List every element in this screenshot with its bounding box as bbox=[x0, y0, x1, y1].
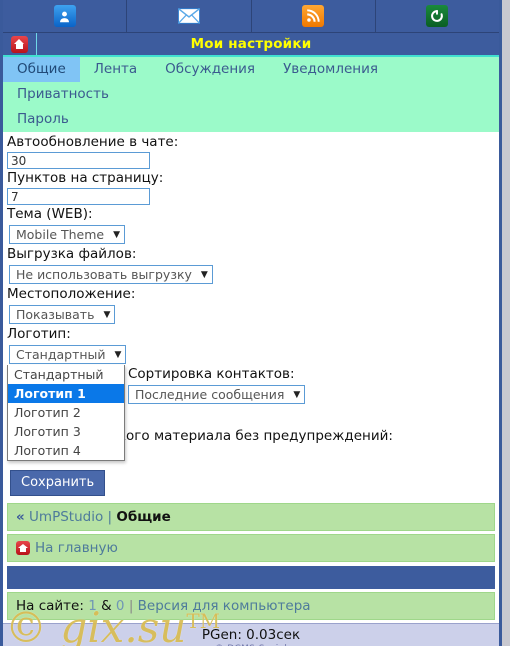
logo-select[interactable]: Стандартный ▼ bbox=[9, 345, 127, 364]
refresh-icon bbox=[426, 5, 449, 27]
nav-mail-button[interactable] bbox=[127, 0, 252, 32]
contacts-sort-value: Последние сообщения bbox=[135, 387, 285, 402]
rss-icon bbox=[302, 5, 325, 27]
chevron-down-icon: ▼ bbox=[293, 389, 301, 400]
items-per-page-label: Пунктов на страницу: bbox=[7, 170, 164, 186]
breadcrumb-separator: | bbox=[107, 509, 113, 525]
theme-label: Тема (WEB): bbox=[7, 206, 93, 222]
title-bar: Мои настройки bbox=[3, 33, 499, 57]
home-button[interactable] bbox=[3, 33, 37, 55]
theme-select[interactable]: Mobile Theme ▼ bbox=[9, 225, 126, 244]
location-select[interactable]: Показывать ▼ bbox=[9, 305, 116, 324]
tab-parol[interactable]: Пароль bbox=[3, 107, 83, 132]
contacts-sort-label: Сортировка контактов: bbox=[128, 366, 295, 382]
theme-select-value: Mobile Theme bbox=[16, 227, 105, 242]
footer: PGen: 0.03сек © DCMS-Social bbox=[3, 623, 499, 646]
chevron-down-icon: ▼ bbox=[103, 309, 111, 320]
blue-divider-bar bbox=[7, 566, 495, 589]
settings-form: Автообновление в чате: Пунктов на страни… bbox=[3, 132, 499, 500]
breadcrumb-root-link[interactable]: UmPStudio bbox=[29, 509, 103, 525]
page-title: Мои настройки bbox=[190, 36, 312, 52]
upload-label: Выгрузка файлов: bbox=[7, 246, 137, 262]
contacts-sort-select[interactable]: Последние сообщения ▼ bbox=[128, 385, 306, 404]
logo-option-2[interactable]: Логотип 2 bbox=[8, 403, 124, 422]
logo-option-3[interactable]: Логотип 3 bbox=[8, 422, 124, 441]
upload-select[interactable]: Не использовать выгрузку ▼ bbox=[9, 265, 213, 284]
chevron-down-icon: ▼ bbox=[114, 349, 122, 360]
nav-refresh-button[interactable] bbox=[376, 0, 499, 32]
ampersand: & bbox=[101, 598, 112, 614]
mail-icon bbox=[177, 5, 200, 27]
upload-select-value: Не использовать выгрузку bbox=[16, 267, 192, 282]
profile-icon bbox=[53, 5, 76, 27]
status-separator: | bbox=[128, 598, 134, 614]
chat-refresh-input[interactable] bbox=[7, 152, 150, 169]
home-link-label[interactable]: На главную bbox=[35, 540, 118, 556]
top-icon-bar bbox=[3, 0, 499, 33]
items-per-page-input[interactable] bbox=[7, 188, 150, 205]
logo-select-value: Стандартный bbox=[16, 347, 106, 362]
chevron-down-icon: ▼ bbox=[200, 269, 208, 280]
page-generation-time: PGen: 0.03сек bbox=[201, 627, 301, 643]
logo-option-4[interactable]: Логотип 4 bbox=[8, 441, 124, 460]
chat-refresh-label: Автообновление в чате: bbox=[7, 134, 179, 150]
online-label: На сайте: bbox=[16, 598, 84, 614]
tab-privatnost[interactable]: Приватность bbox=[3, 82, 123, 107]
logo-option-0[interactable]: Стандартный bbox=[8, 365, 124, 384]
tab-obschie[interactable]: Общие bbox=[3, 57, 80, 82]
breadcrumb: « UmPStudio | Общие bbox=[7, 503, 495, 531]
desktop-version-link[interactable]: Версия для компьютера bbox=[138, 598, 311, 614]
nav-rss-button[interactable] bbox=[252, 0, 376, 32]
save-button[interactable]: Сохранить bbox=[10, 470, 106, 496]
tab-row-2: Пароль bbox=[3, 107, 499, 132]
logo-label: Логотип: bbox=[7, 326, 71, 342]
tab-lenta[interactable]: Лента bbox=[80, 57, 151, 82]
location-select-value: Показывать bbox=[16, 307, 95, 322]
online-guests-count[interactable]: 0 bbox=[116, 598, 125, 614]
logo-select-wrapper: Стандартный ▼ Стандартный Логотип 1 Логоти… bbox=[7, 343, 127, 461]
tab-obsuzhdeniya[interactable]: Обсуждения bbox=[151, 57, 269, 82]
page-container: Мои настройки Общие Лента Обсуждения Уведом… bbox=[0, 0, 502, 646]
location-label: Местоположение: bbox=[7, 286, 136, 302]
home-icon bbox=[16, 541, 30, 555]
tab-uvedomleniya[interactable]: Уведомления bbox=[269, 57, 392, 82]
home-icon bbox=[11, 35, 28, 53]
chevron-down-icon: ▼ bbox=[113, 229, 121, 240]
online-users-count[interactable]: 1 bbox=[88, 598, 97, 614]
breadcrumb-back-icon[interactable]: « bbox=[16, 509, 25, 525]
logo-option-1[interactable]: Логотип 1 bbox=[8, 384, 124, 403]
settings-tabs: Общие Лента Обсуждения Уведомления Приватнос… bbox=[3, 57, 499, 132]
tab-row-1: Общие Лента Обсуждения Уведомления Приватнос… bbox=[3, 57, 499, 107]
breadcrumb-current: Общие bbox=[116, 509, 171, 525]
site-status-panel: На сайте: 1 & 0 | Версия для компьютера bbox=[7, 592, 495, 620]
logo-options-list[interactable]: Стандартный Логотип 1 Логотип 2 Логотип 3 Ло… bbox=[7, 365, 125, 461]
nav-profile-button[interactable] bbox=[3, 0, 128, 32]
home-link-panel[interactable]: На главную bbox=[7, 534, 495, 562]
